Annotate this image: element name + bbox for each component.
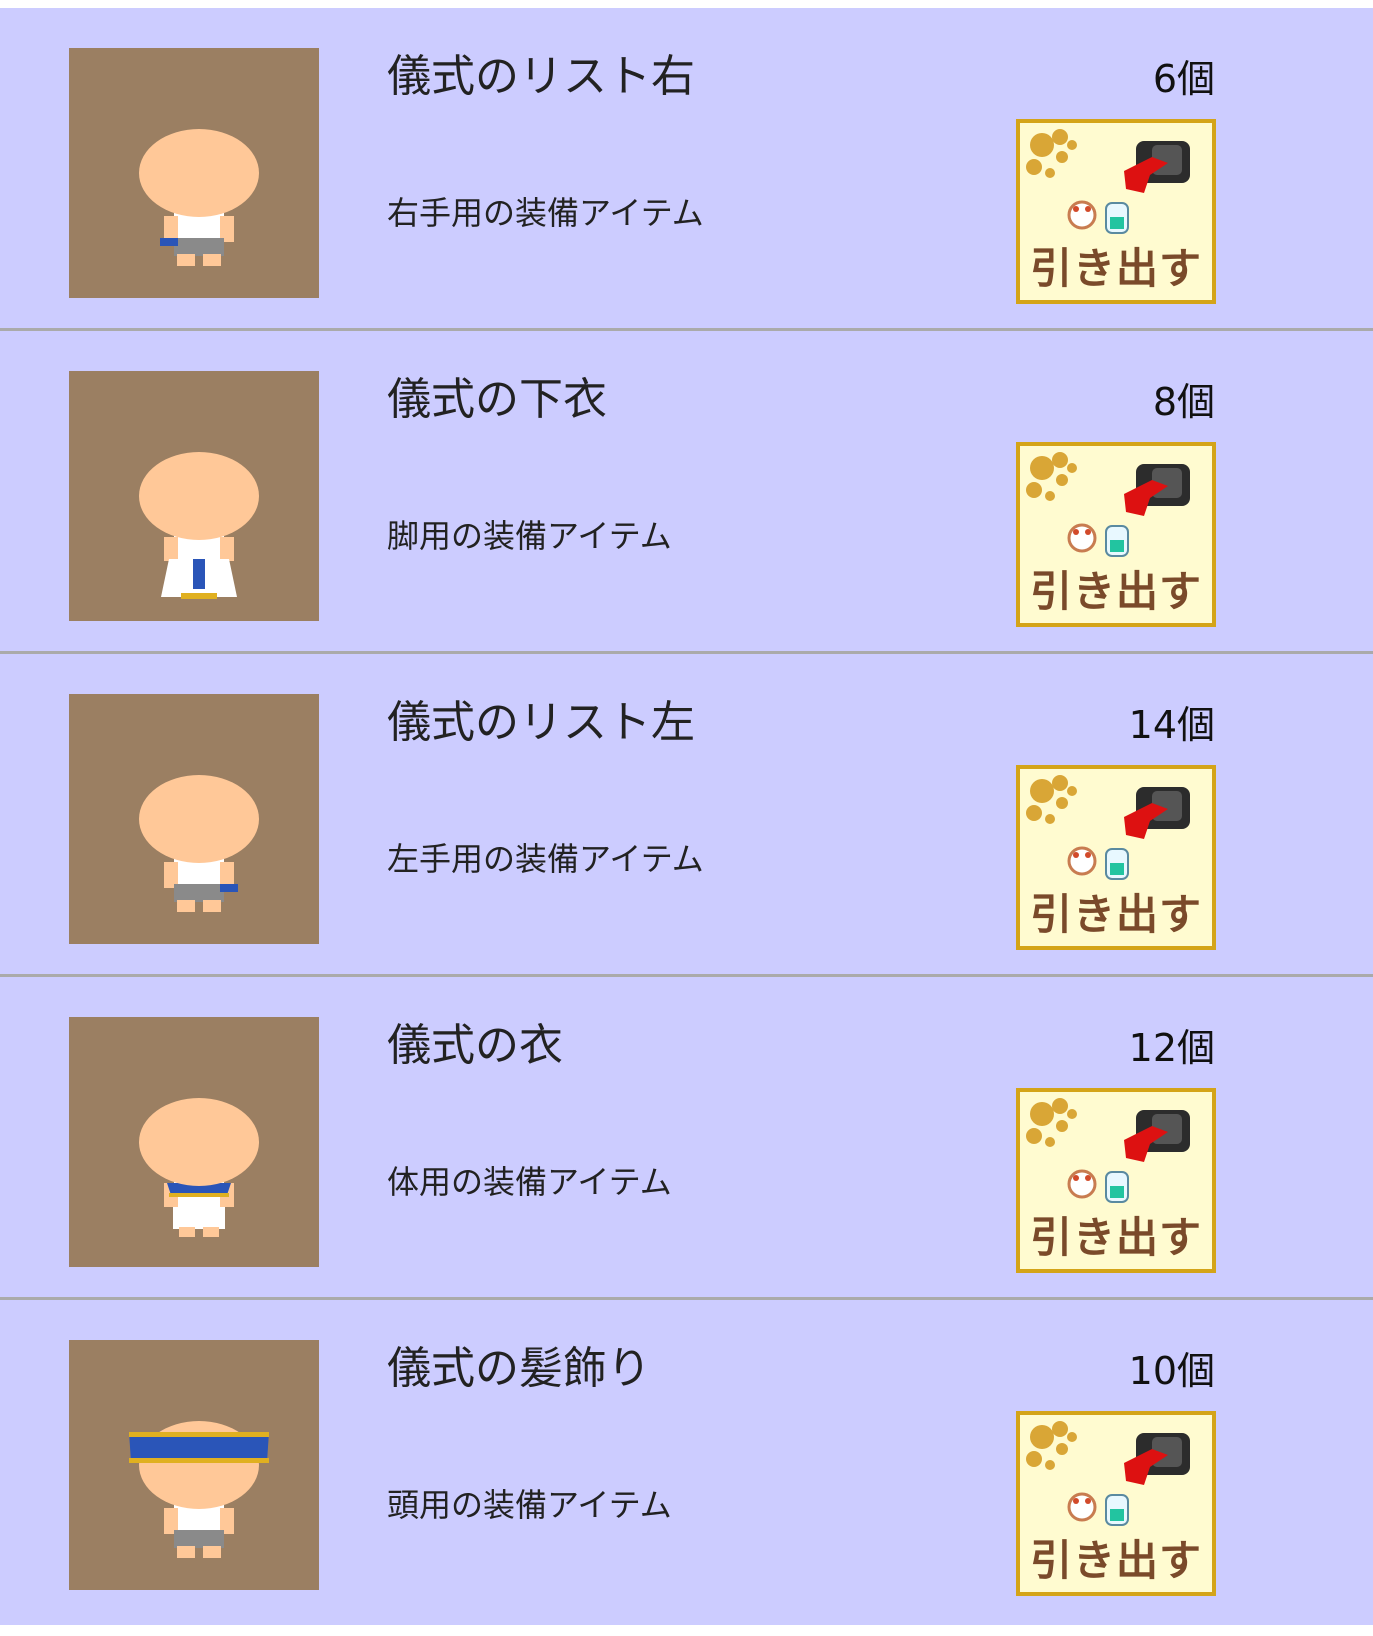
withdraw-button[interactable]: 引き出す: [1016, 1411, 1216, 1596]
avatar-sprite-icon: [139, 129, 259, 266]
withdraw-button-label: 引き出す: [1029, 1536, 1202, 1585]
item-name: 儀式のリスト右: [387, 51, 695, 102]
item-thumbnail: [69, 1017, 319, 1267]
item-description: 左手用の装備アイテム: [387, 840, 704, 878]
item-name: 儀式の衣: [387, 1020, 563, 1071]
item-description: 脚用の装備アイテム: [387, 517, 672, 555]
item-name: 儀式の下衣: [387, 374, 607, 425]
item-count: 12個: [1128, 1026, 1215, 1070]
withdraw-button[interactable]: 引き出す: [1016, 1088, 1216, 1273]
item-thumbnail: [69, 1340, 319, 1590]
withdraw-button-label: 引き出す: [1029, 244, 1202, 293]
item-name: 儀式の髪飾り: [387, 1343, 651, 1394]
withdraw-arrow-icon: [1026, 1098, 1190, 1203]
item-thumbnail: [69, 694, 319, 944]
item-count: 6個: [1152, 57, 1215, 101]
withdraw-button[interactable]: 引き出す: [1016, 442, 1216, 627]
withdraw-button-label: 引き出す: [1029, 890, 1202, 939]
withdraw-arrow-icon: [1026, 452, 1190, 557]
withdraw-arrow-icon: [1026, 129, 1190, 234]
item-count: 14個: [1128, 703, 1215, 747]
withdraw-button-label: 引き出す: [1029, 567, 1202, 616]
list-item: 儀式の衣 体用の装備アイテム 12個 引き出す: [0, 977, 1373, 1300]
item-description: 体用の装備アイテム: [387, 1163, 672, 1201]
withdraw-arrow-icon: [1026, 1421, 1190, 1526]
list-item: 儀式の下衣 脚用の装備アイテム 8個 引き出す: [0, 331, 1373, 654]
item-count: 8個: [1152, 380, 1215, 424]
withdraw-arrow-icon: [1026, 775, 1190, 880]
item-name: 儀式のリスト左: [387, 697, 695, 748]
avatar-sprite-icon: [139, 452, 259, 599]
avatar-sprite-icon: [139, 775, 259, 912]
avatar-sprite-icon: [139, 1098, 259, 1237]
item-count: 10個: [1128, 1349, 1215, 1393]
item-thumbnail: [69, 371, 319, 621]
item-thumbnail: [69, 48, 319, 298]
avatar-sprite-icon: [129, 1421, 269, 1558]
withdraw-button[interactable]: 引き出す: [1016, 119, 1216, 304]
item-description: 右手用の装備アイテム: [387, 194, 704, 232]
item-list: 儀式のリスト右 右手用の装備アイテム 6個 引き出す 儀式の下衣 脚用の装備アイ…: [0, 8, 1373, 1625]
list-item: 儀式のリスト右 右手用の装備アイテム 6個 引き出す: [0, 8, 1373, 331]
withdraw-button-label: 引き出す: [1029, 1213, 1202, 1262]
item-description: 頭用の装備アイテム: [387, 1486, 672, 1524]
list-item: 儀式のリスト左 左手用の装備アイテム 14個 引き出す: [0, 654, 1373, 977]
list-item: 儀式の髪飾り 頭用の装備アイテム 10個 引き出す: [0, 1300, 1373, 1625]
withdraw-button[interactable]: 引き出す: [1016, 765, 1216, 950]
